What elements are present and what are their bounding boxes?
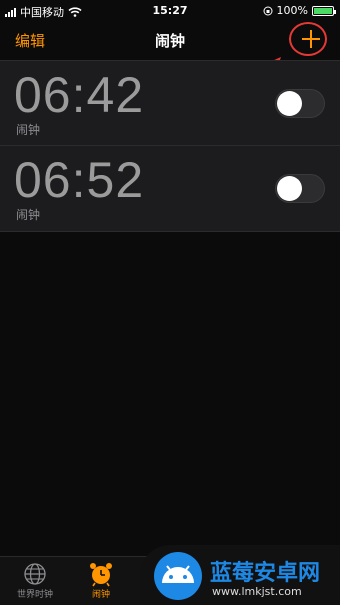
alarm-label: 闹钟 [16, 208, 41, 222]
toggle-knob [277, 91, 302, 116]
tab-label: 世界时钟 [16, 590, 53, 600]
alarm-time: 06:52 [14, 152, 145, 208]
watermark: 蓝莓安卓网 www.lmkjst.com [140, 545, 340, 605]
highlight-circle [289, 22, 327, 56]
globe-icon [24, 563, 46, 585]
tab-label: 闹钟 [91, 590, 110, 600]
alarm-row[interactable]: 06:42 闹钟 [0, 60, 340, 146]
alarm-row[interactable]: 06:52 闹钟 [0, 146, 340, 232]
battery-fill [314, 7, 332, 14]
alarm-list: 06:42 闹钟 06:52 闹钟 [0, 60, 340, 232]
toggle-knob [277, 176, 302, 201]
orientation-lock-icon [263, 6, 273, 15]
android-logo-icon [154, 552, 202, 600]
alarm-label: 闹钟 [16, 123, 41, 137]
alarm-time: 06:42 [14, 67, 145, 123]
watermark-url: www.lmkjst.com [212, 585, 302, 598]
alarm-clock-icon [90, 563, 112, 587]
watermark-title: 蓝莓安卓网 [210, 561, 321, 586]
battery-percent: 100% [276, 4, 308, 17]
battery-icon [312, 5, 336, 16]
status-right: 100% [263, 4, 336, 17]
tab-alarm[interactable]: 闹钟 [71, 561, 131, 600]
alarm-toggle[interactable] [275, 174, 325, 203]
tab-world-clock[interactable]: 世界时钟 [5, 561, 65, 600]
status-bar: 中国移动 15:27 100% [0, 0, 340, 20]
alarm-toggle[interactable] [275, 89, 325, 118]
